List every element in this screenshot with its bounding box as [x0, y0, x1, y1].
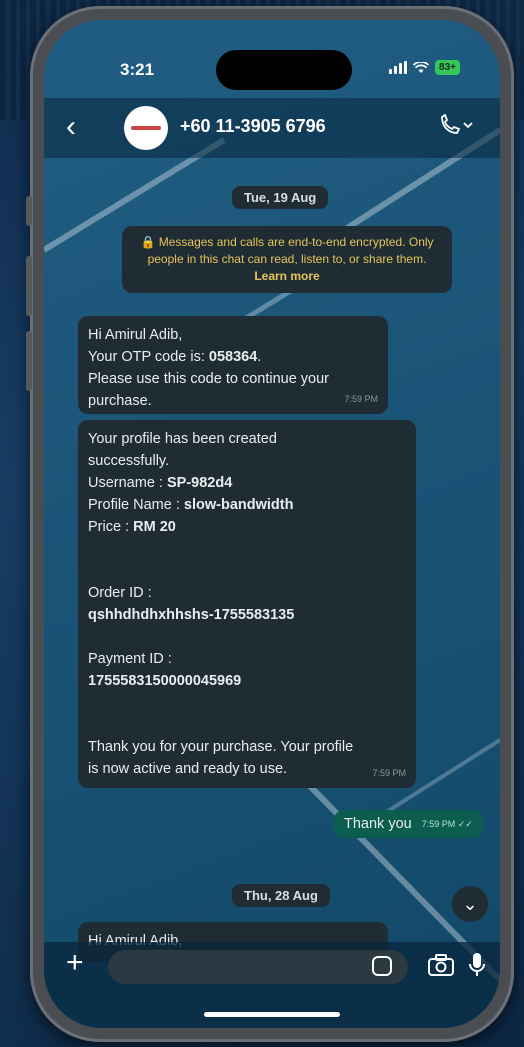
phone-frame: 3:21 83+ ‹ +60 11-3905 6796 Tue, 19 Aug … — [26, 6, 514, 1042]
volume-down-button — [26, 331, 32, 391]
message-otp[interactable]: Hi Amirul Adib, Your OTP code is: 058364… — [78, 316, 388, 414]
profile-name-line: Profile Name : slow-bandwidth — [88, 497, 294, 513]
avatar[interactable] — [124, 106, 168, 150]
message-line: Your profile has been created — [88, 431, 277, 447]
scroll-down-icon[interactable]: ⌄ — [452, 886, 488, 922]
order-id-label: Order ID : — [88, 585, 152, 601]
message-input[interactable] — [108, 950, 408, 984]
message-time: 7:59 PM — [372, 768, 406, 778]
otp-code: 058364 — [208, 349, 258, 365]
plus-icon[interactable]: + — [66, 948, 84, 978]
learn-more-link[interactable]: Learn more — [254, 269, 319, 283]
signal-icon — [389, 61, 408, 74]
message-outgoing[interactable]: Thank you 7:59 PM ✓✓ — [334, 810, 483, 838]
message-text: Thank you — [344, 816, 412, 832]
camera-icon[interactable] — [428, 954, 454, 976]
status-icons: 83+ — [389, 60, 460, 75]
encryption-notice-text: 🔒 Messages and calls are end-to-end encr… — [140, 235, 434, 266]
sticker-icon[interactable] — [372, 956, 392, 976]
home-indicator — [204, 1012, 340, 1017]
chat-header: ‹ +60 11-3905 6796 — [44, 98, 500, 158]
phone-screen: 3:21 83+ ‹ +60 11-3905 6796 Tue, 19 Aug … — [44, 20, 500, 1028]
volume-up-button — [26, 256, 32, 316]
voice-call-icon[interactable] — [438, 113, 474, 142]
message-line: Please use this code to continue your — [88, 371, 330, 387]
message-line: Thank you for your purchase. Your profil… — [88, 739, 354, 755]
wifi-icon — [413, 61, 430, 73]
back-chevron-icon[interactable]: ‹ — [66, 112, 76, 142]
payment-id-value: 1755583150000045969 — [88, 673, 242, 689]
status-time: 3:21 — [120, 60, 155, 79]
date-separator: Thu, 28 Aug — [232, 884, 330, 907]
composer-bar: + — [44, 942, 500, 1028]
read-receipt-icon: ✓✓ — [457, 818, 473, 829]
message-profile[interactable]: Your profile has been created successful… — [78, 420, 416, 788]
order-id-value: qshhdhdhxhhshs-1755583135 — [88, 607, 295, 623]
message-line: Your OTP code is: 058364. — [88, 349, 262, 365]
message-line: Hi Amirul Adib, — [88, 327, 183, 343]
message-time: 7:59 PM — [344, 394, 378, 404]
encryption-notice[interactable]: 🔒 Messages and calls are end-to-end encr… — [122, 226, 452, 293]
microphone-icon[interactable] — [468, 952, 486, 978]
payment-id-label: Payment ID : — [88, 651, 172, 667]
message-line: successfully. — [88, 453, 170, 469]
dynamic-island — [216, 50, 352, 90]
mute-switch — [26, 196, 32, 226]
date-separator: Tue, 19 Aug — [232, 186, 329, 209]
message-line: purchase. — [88, 393, 152, 409]
contact-name[interactable]: +60 11-3905 6796 — [180, 116, 326, 137]
battery-indicator: 83+ — [435, 60, 460, 75]
message-line: is now active and ready to use. — [88, 761, 288, 777]
message-time: 7:59 PM ✓✓ — [421, 818, 473, 829]
username-line: Username : SP-982d4 — [88, 475, 233, 491]
price-line: Price : RM 20 — [88, 519, 176, 535]
